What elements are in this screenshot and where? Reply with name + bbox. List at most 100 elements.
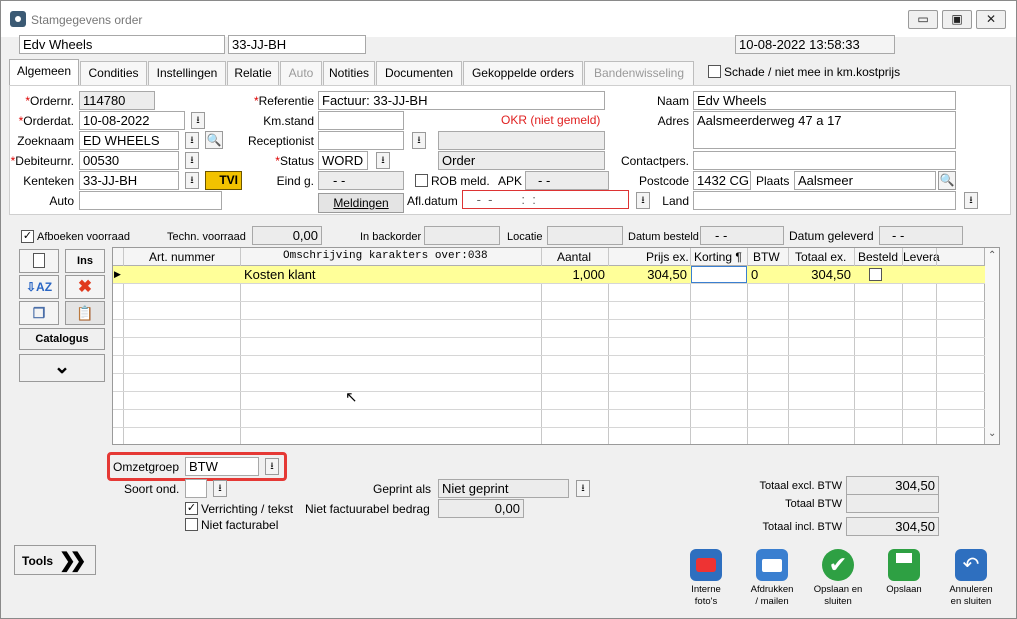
row-prijs[interactable]: 304,50 xyxy=(608,267,687,282)
kenteken-field[interactable]: 33-JJ-BH xyxy=(79,171,179,190)
camera-icon xyxy=(690,549,722,581)
apk-field[interactable]: - - xyxy=(525,171,609,190)
scroll-down-icon[interactable]: ⌄ xyxy=(988,428,996,439)
opslaan-label: Opslaan xyxy=(886,584,922,595)
catalogus-button[interactable]: Catalogus xyxy=(19,328,105,350)
sort-az-icon[interactable]: ⇩AZ xyxy=(19,275,59,299)
col-korting[interactable]: Korting ¶ xyxy=(694,250,742,264)
kmstand-field[interactable] xyxy=(318,111,404,130)
receptionist-dropdown-icon[interactable]: ⭳ xyxy=(412,132,426,149)
kenteken-dropdown-icon[interactable]: ⭳ xyxy=(185,172,199,189)
table-row[interactable]: ▶ Kosten klant 1,000 304,50 0 304,50 xyxy=(113,266,985,284)
meldingen-button[interactable]: Meldingen xyxy=(318,193,404,213)
col-btw[interactable]: BTW xyxy=(753,250,780,264)
minimize-button[interactable]: ▭ xyxy=(908,10,938,29)
okr-status-text: OKR (niet gemeld) xyxy=(501,113,601,127)
tvi-badge[interactable]: TVI xyxy=(205,171,242,190)
table-row[interactable] xyxy=(113,338,985,356)
table-row[interactable] xyxy=(113,284,985,302)
header-name-field[interactable]: Edv Wheels xyxy=(19,35,225,54)
opslaan-sluiten-button[interactable]: ✔ Opslaan en sluiten xyxy=(809,549,867,608)
tab-gekoppelde-orders[interactable]: Gekoppelde orders xyxy=(463,61,583,85)
afdrukken-button[interactable]: Afdrukken / mailen xyxy=(745,549,799,608)
row-besteld-checkbox[interactable] xyxy=(869,268,882,281)
zoeknaam-search-icon[interactable]: 🔍 xyxy=(205,131,223,149)
table-row[interactable] xyxy=(113,374,985,392)
postcode-field[interactable]: 1432 CG xyxy=(693,171,751,190)
scroll-up-icon[interactable]: ⌃ xyxy=(988,250,996,261)
omzetgroep-field[interactable]: BTW xyxy=(185,457,259,476)
table-row[interactable] xyxy=(113,320,985,338)
afldatum-field[interactable]: - - : : xyxy=(462,190,629,209)
geprint-dropdown-icon[interactable]: ⭳ xyxy=(576,480,590,497)
zoeknaam-field[interactable]: ED WHEELS xyxy=(79,131,179,150)
soort-ond-dropdown-icon[interactable]: ⭳ xyxy=(213,480,227,497)
row-korting[interactable] xyxy=(691,266,747,283)
debiteur-dropdown-icon[interactable]: ⭳ xyxy=(185,152,199,169)
new-line-icon[interactable] xyxy=(19,249,59,273)
col-totaal[interactable]: Totaal ex. xyxy=(795,250,846,264)
close-button[interactable]: ✕ xyxy=(976,10,1006,29)
damage-checkbox[interactable] xyxy=(708,65,721,78)
insert-button[interactable]: Ins xyxy=(65,249,105,273)
tab-auto[interactable]: Auto xyxy=(280,61,322,85)
orderdat-dropdown-icon[interactable]: ⭳ xyxy=(191,112,205,129)
status-field[interactable]: WORD xyxy=(318,151,368,170)
rob-checkbox[interactable] xyxy=(415,174,428,187)
copy-icon[interactable]: ❐ xyxy=(19,301,59,325)
interne-fotos-button[interactable]: Interne foto's xyxy=(681,549,731,608)
maximize-button[interactable]: ▣ xyxy=(942,10,972,29)
auto-field[interactable] xyxy=(79,191,222,210)
col-art-nummer[interactable]: Art. nummer xyxy=(149,250,215,264)
table-row[interactable] xyxy=(113,410,985,428)
row-btw[interactable]: 0 xyxy=(751,267,758,282)
paste-icon[interactable]: 📋 xyxy=(65,301,105,325)
contactpers-field[interactable] xyxy=(693,151,956,170)
annuleren-sluiten-button[interactable]: ↶ Annuleren en sluiten xyxy=(945,549,997,608)
printer-icon xyxy=(756,549,788,581)
col-prijs[interactable]: Prijs ex. xyxy=(646,250,689,264)
tab-algemeen[interactable]: Algemeen xyxy=(9,59,79,86)
land-dropdown-icon[interactable]: ⭳ xyxy=(964,192,978,209)
eindg-field[interactable]: - - xyxy=(318,171,404,190)
row-aantal[interactable]: 1,000 xyxy=(541,267,605,282)
land-field[interactable] xyxy=(693,191,956,210)
tab-relatie[interactable]: Relatie xyxy=(227,61,279,85)
row-totaal[interactable]: 304,50 xyxy=(788,267,851,282)
opslaan-button[interactable]: Opslaan xyxy=(879,549,929,596)
contactpers-label: Contactpers. xyxy=(620,154,689,168)
header-plate-field[interactable]: 33-JJ-BH xyxy=(228,35,366,54)
col-omschrijving[interactable]: Omschrijving karakters over:038 xyxy=(283,250,488,262)
referentie-field[interactable]: Factuur: 33-JJ-BH xyxy=(318,91,605,110)
table-row[interactable] xyxy=(113,302,985,320)
tab-condities[interactable]: Condities xyxy=(80,61,147,85)
col-levering[interactable]: Levera xyxy=(903,250,940,264)
table-row[interactable] xyxy=(113,356,985,374)
delete-icon[interactable]: ✖ xyxy=(65,275,105,299)
tab-instellingen[interactable]: Instellingen xyxy=(148,61,226,85)
col-besteld[interactable]: Besteld xyxy=(858,250,898,264)
tools-button[interactable]: Tools ❯❯ xyxy=(14,545,96,575)
omzetgroep-dropdown-icon[interactable]: ⭳ xyxy=(265,458,279,475)
naam-field[interactable]: Edv Wheels xyxy=(693,91,956,110)
adres-field[interactable]: Aalsmeerderweg 47 a 17 xyxy=(693,111,956,149)
status-dropdown-icon[interactable]: ⭳ xyxy=(376,152,390,169)
verrichting-checkbox[interactable]: ✓ xyxy=(185,502,198,515)
grid-scrollbar[interactable] xyxy=(984,248,999,444)
zoeknaam-dropdown-icon[interactable]: ⭳ xyxy=(185,132,199,149)
niet-facturabel-checkbox[interactable] xyxy=(185,518,198,531)
expand-down-icon[interactable]: ⌄ xyxy=(19,354,105,382)
plaats-field[interactable]: Aalsmeer xyxy=(794,171,936,190)
tab-bandenwisseling[interactable]: Bandenwisseling xyxy=(584,61,694,85)
col-aantal[interactable]: Aantal xyxy=(557,250,591,264)
receptionist-field[interactable] xyxy=(318,131,404,150)
debiteur-field[interactable]: 00530 xyxy=(79,151,179,170)
tab-documenten[interactable]: Documenten xyxy=(376,61,462,85)
soort-ond-field[interactable] xyxy=(185,479,207,498)
table-row[interactable] xyxy=(113,392,985,410)
afboeken-checkbox[interactable]: ✓ xyxy=(21,230,34,243)
tab-notities[interactable]: Notities xyxy=(323,61,375,85)
plaats-search-icon[interactable]: 🔍 xyxy=(938,171,956,190)
orderdat-field[interactable]: 10-08-2022 xyxy=(79,111,185,130)
row-omschrijving[interactable]: Kosten klant xyxy=(244,267,316,282)
